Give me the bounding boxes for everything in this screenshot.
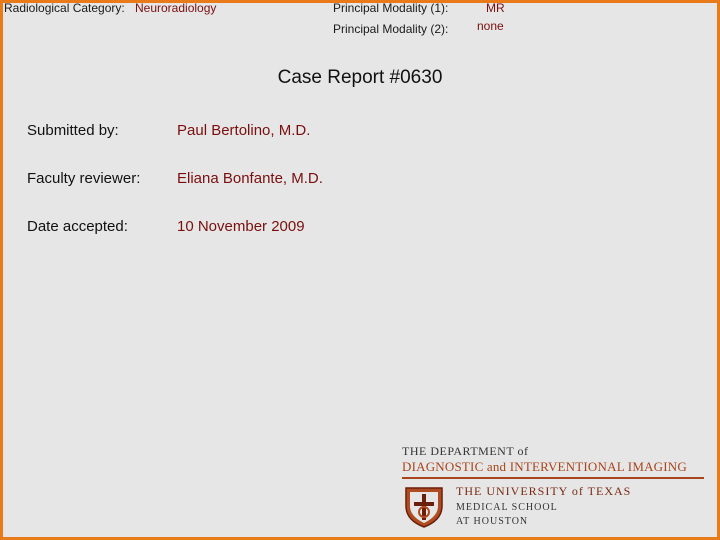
submitted-by-value: Paul Bertolino, M.D. — [177, 122, 311, 139]
university-seal-icon — [405, 487, 443, 528]
modality2-label: Principal Modality (2): — [333, 22, 449, 36]
logo-school-line2: AT HOUSTON — [456, 516, 529, 527]
logo-department-text: THE DEPARTMENT of — [402, 444, 529, 458]
category-value: Neuroradiology — [135, 1, 217, 15]
modality2-value: none — [477, 19, 504, 33]
submitted-by-label: Submitted by: — [27, 122, 119, 139]
page-title: Case Report #0630 — [277, 67, 443, 88]
date-accepted-value: 10 November 2009 — [177, 218, 305, 235]
faculty-reviewer-value: Eliana Bonfante, M.D. — [177, 170, 323, 187]
modality1-value: MR — [486, 1, 505, 15]
faculty-reviewer-label: Faculty reviewer: — [27, 170, 141, 187]
department-logo: THE DEPARTMENT of DIAGNOSTIC and INTERVE… — [402, 444, 707, 532]
logo-department-name: DIAGNOSTIC and INTERVENTIONAL IMAGING — [402, 459, 687, 474]
category-label: Radiological Category: — [4, 1, 125, 15]
modality1-label: Principal Modality (1): — [333, 1, 449, 15]
logo-school-line1: MEDICAL SCHOOL — [456, 502, 558, 513]
date-accepted-label: Date accepted: — [27, 218, 128, 235]
logo-divider — [402, 477, 704, 479]
logo-university: THE UNIVERSITY of TEXAS — [456, 484, 632, 498]
